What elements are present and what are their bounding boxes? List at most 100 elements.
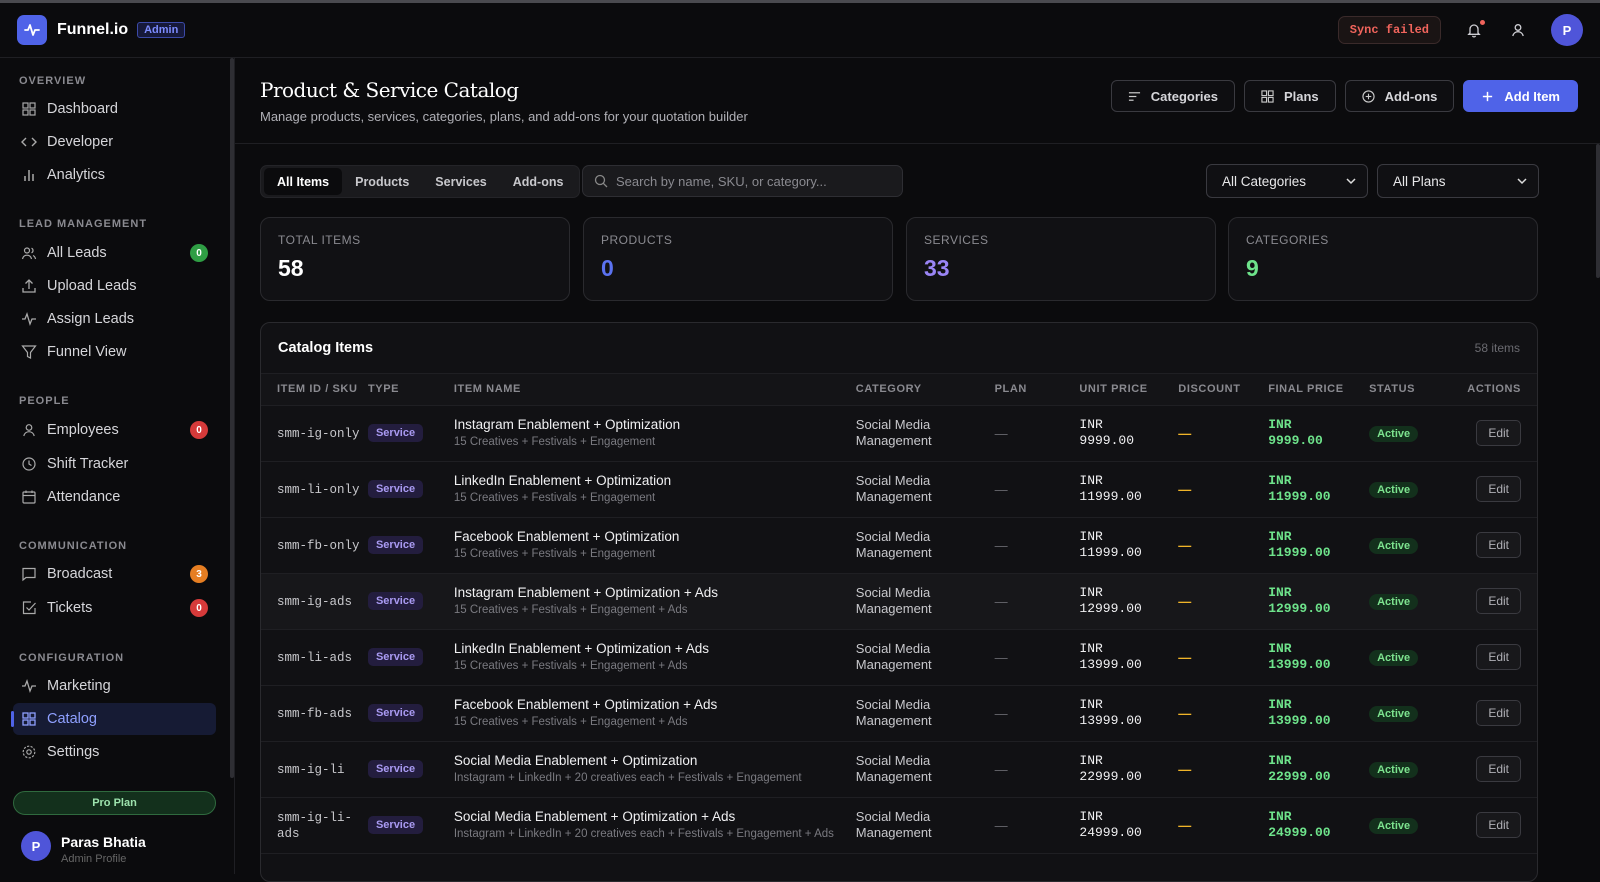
main-scrollbar[interactable] [1596, 144, 1600, 278]
tab-services[interactable]: Services [422, 168, 499, 195]
tab-products[interactable]: Products [342, 168, 422, 195]
item-plan: — [994, 761, 1008, 777]
table-row[interactable]: smm-ig-li Service Social Media Enablement … [261, 741, 1537, 798]
item-discount: — [1178, 481, 1192, 497]
unit-price-currency: INR [1079, 417, 1103, 432]
user-avatar[interactable]: P [1551, 14, 1583, 46]
sidebar-item-tickets[interactable]: Tickets 0 [13, 592, 216, 624]
item-plan: — [994, 481, 1008, 497]
catalog-title: Catalog Items [278, 340, 374, 356]
sidebar-item-attendance[interactable]: Attendance [13, 481, 216, 513]
edit-button[interactable]: Edit [1476, 476, 1521, 502]
status-badge: Active [1369, 817, 1419, 834]
column-header: PLAN [994, 374, 1080, 406]
item-name: LinkedIn Enablement + Optimization [453, 472, 672, 488]
sidebar-scrollbar[interactable] [230, 58, 234, 778]
sidebar-item-label: Employees [47, 422, 119, 438]
edit-button[interactable]: Edit [1476, 756, 1521, 782]
categories-button[interactable]: Categories [1110, 80, 1235, 112]
tab-addons[interactable]: Add-ons [500, 168, 577, 195]
table-row[interactable]: smm-ig-only Service Instagram Enablement +… [261, 405, 1537, 462]
stat-card-products: PRODUCTS 0 [583, 217, 893, 301]
page-subtitle: Manage products, services, categories, p… [260, 109, 748, 124]
final-price: 9999.00 [1268, 433, 1323, 448]
sidebar-item-employees[interactable]: Employees 0 [13, 414, 216, 446]
item-description: Instagram + LinkedIn + 20 creatives each… [453, 771, 802, 784]
edit-button[interactable]: Edit [1476, 532, 1521, 558]
unit-price: 22999.00 [1079, 769, 1142, 784]
add-item-button-label: Add Item [1504, 88, 1560, 104]
grid-icon [1261, 89, 1274, 103]
sidebar-item-shift-tracker[interactable]: Shift Tracker [13, 448, 216, 480]
sidebar-item-broadcast[interactable]: Broadcast 3 [13, 558, 216, 590]
item-description: 15 Creatives + Festivals + Engagement + … [453, 659, 688, 672]
stat-value: 58 [278, 255, 304, 281]
final-price: 11999.00 [1268, 489, 1331, 504]
plans-button[interactable]: Plans [1243, 80, 1336, 112]
sidebar-item-developer[interactable]: Developer [13, 126, 216, 158]
plans-button-label: Plans [1283, 88, 1319, 104]
item-category: Management [855, 825, 932, 840]
sidebar-item-dashboard[interactable]: Dashboard [13, 93, 216, 125]
unit-price-currency: INR [1079, 753, 1103, 768]
sidebar-item-label: Attendance [47, 489, 121, 505]
item-sku: smm-ig-ads [277, 595, 353, 609]
category-select[interactable]: All Categories [1206, 164, 1368, 198]
categories-button-label: Categories [1150, 88, 1218, 104]
item-plan: — [994, 425, 1008, 441]
grid-icon [22, 102, 36, 116]
search-input[interactable] [616, 173, 886, 189]
table-row[interactable]: smm-ig-ads Service Instagram Enablement + … [261, 573, 1537, 630]
edit-button[interactable]: Edit [1476, 588, 1521, 614]
unit-price-currency: INR [1079, 697, 1103, 712]
unit-price: 24999.00 [1079, 825, 1142, 840]
status-badge: Active [1369, 425, 1419, 442]
plan-badge[interactable]: Pro Plan [13, 791, 216, 815]
clock-icon [22, 457, 36, 471]
sidebar-item-funnel-view[interactable]: Funnel View [13, 336, 216, 368]
item-category: Management [855, 769, 932, 784]
table-row[interactable]: smm-li-only Service LinkedIn Enablement + … [261, 461, 1537, 518]
tab-all-items[interactable]: All Items [264, 168, 343, 195]
sidebar-item-analytics[interactable]: Analytics [13, 159, 216, 191]
stat-card-total-items: TOTAL ITEMS 58 [260, 217, 570, 301]
stat-label: TOTAL ITEMS [278, 233, 361, 247]
item-discount: — [1178, 817, 1192, 833]
table-row[interactable]: smm-fb-only Service Facebook Enablement + … [261, 517, 1537, 574]
profile-button[interactable] [1507, 19, 1529, 41]
item-category: Social Media [855, 641, 931, 656]
table-row[interactable]: smm-ig-li-ads Service Social Media Enablem… [261, 797, 1537, 854]
item-name: Facebook Enablement + Optimization + Ads [453, 696, 718, 712]
item-description: 15 Creatives + Festivals + Engagement [453, 547, 656, 560]
sidebar-item-settings[interactable]: Settings [13, 736, 216, 768]
sidebar-item-label: Shift Tracker [47, 456, 129, 472]
app-brand: Funnel.io [57, 21, 129, 38]
upload-icon [22, 279, 36, 293]
item-discount: — [1178, 705, 1192, 721]
gear-icon [22, 745, 36, 759]
table-row[interactable]: smm-fb-ads Service Facebook Enablement + O… [261, 685, 1537, 742]
add-item-button[interactable]: Add Item [1463, 80, 1578, 112]
plan-select[interactable]: All Plans [1377, 164, 1539, 198]
sidebar-item-marketing[interactable]: Marketing [13, 670, 216, 702]
role-badge: Admin [137, 22, 186, 38]
sidebar-item-all-leads[interactable]: All Leads 0 [13, 237, 216, 269]
column-header: ACTIONS [1452, 374, 1537, 406]
final-price-currency: INR [1268, 697, 1292, 712]
sync-status-badge[interactable]: Sync failed [1337, 16, 1441, 44]
sidebar-item-assign-leads[interactable]: Assign Leads [13, 303, 216, 335]
addons-button[interactable]: Add-ons [1344, 80, 1455, 112]
sidebar-item-catalog[interactable]: Catalog [11, 703, 216, 735]
app-logo-icon[interactable] [17, 15, 47, 45]
unit-price-currency: INR [1079, 529, 1103, 544]
notifications-button[interactable] [1463, 19, 1485, 41]
sidebar-user[interactable]: P Paras Bhatia Admin Profile [21, 831, 146, 865]
edit-button[interactable]: Edit [1476, 644, 1521, 670]
edit-button[interactable]: Edit [1476, 812, 1521, 838]
sidebar-item-upload-leads[interactable]: Upload Leads [13, 270, 216, 302]
unit-price: 11999.00 [1079, 489, 1142, 504]
item-category: Social Media [855, 529, 931, 544]
edit-button[interactable]: Edit [1476, 420, 1521, 446]
edit-button[interactable]: Edit [1476, 700, 1521, 726]
table-row[interactable]: smm-li-ads Service LinkedIn Enablement + O… [261, 629, 1537, 686]
